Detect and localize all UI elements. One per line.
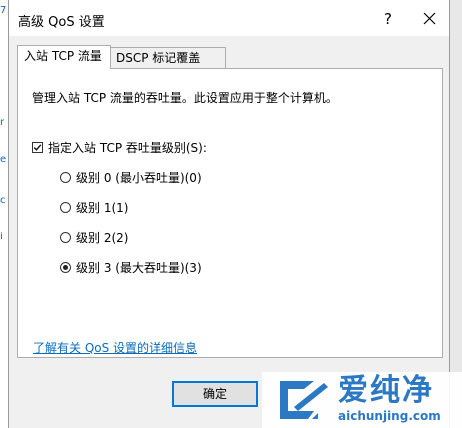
background-left-mark: r bbox=[0, 118, 5, 128]
radio-level-3-row[interactable]: 级别 3 (最大吞吐量)(3) bbox=[60, 259, 202, 276]
watermark-url: aichunjing.com bbox=[338, 409, 441, 423]
window-title: 高级 QoS 设置 bbox=[18, 15, 105, 30]
close-button[interactable] bbox=[414, 6, 444, 32]
specify-throughput-checkbox[interactable] bbox=[32, 142, 43, 153]
radio-level-2-row[interactable]: 级别 2(2) bbox=[60, 229, 128, 246]
help-icon: ? bbox=[384, 10, 392, 28]
watermark-title: 爱纯净 bbox=[338, 373, 434, 408]
panel-description: 管理入站 TCP 流量的吞吐量。此设置应用于整个计算机。 bbox=[32, 91, 338, 105]
tab-dscp-marking-override[interactable]: DSCP 标记覆盖 bbox=[110, 47, 226, 69]
radio-level-3[interactable] bbox=[60, 262, 71, 273]
radio-level-0-row[interactable]: 级别 0 (最小吞吐量)(0) bbox=[60, 169, 202, 186]
radio-level-3-label: 级别 3 (最大吞吐量)(3) bbox=[76, 261, 202, 275]
background-left-mark: 7 bbox=[0, 6, 6, 16]
background-left-mark: i bbox=[0, 232, 3, 242]
radio-level-1-label: 级别 1(1) bbox=[76, 201, 129, 215]
background-left-mark: c bbox=[0, 196, 6, 206]
radio-level-2[interactable] bbox=[60, 232, 71, 243]
help-button[interactable]: ? bbox=[373, 6, 403, 32]
tab-label: DSCP 标记覆盖 bbox=[116, 51, 201, 65]
tab-inbound-tcp-traffic[interactable]: 入站 TCP 流量 bbox=[17, 45, 111, 69]
tab-panel-inbound-tcp: 管理入站 TCP 流量的吞吐量。此设置应用于整个计算机。 指定入站 TCP 吞吐… bbox=[17, 68, 443, 358]
ok-button[interactable]: 确定 bbox=[172, 381, 258, 407]
watermark-logo-icon bbox=[280, 381, 328, 419]
learn-more-qos-link[interactable]: 了解有关 QoS 设置的详细信息 bbox=[33, 339, 197, 356]
background-left-mark: e bbox=[0, 155, 6, 165]
radio-level-2-label: 级别 2(2) bbox=[76, 231, 129, 245]
close-icon bbox=[423, 12, 435, 25]
radio-level-1-row[interactable]: 级别 1(1) bbox=[60, 199, 128, 216]
radio-level-0[interactable] bbox=[60, 172, 71, 183]
specify-throughput-checkbox-row[interactable]: 指定入站 TCP 吞吐量级别(S): bbox=[32, 139, 207, 156]
advanced-qos-dialog: 高级 QoS 设置 ? 入站 TCP 流量 DSCP 标记覆盖 管理入站 TCP… bbox=[8, 0, 450, 428]
tab-label: 入站 TCP 流量 bbox=[24, 49, 102, 63]
title-bar: 高级 QoS 设置 ? bbox=[9, 0, 449, 36]
radio-level-0-label: 级别 0 (最小吞吐量)(0) bbox=[76, 171, 202, 185]
checkmark-icon bbox=[33, 144, 42, 151]
radio-level-1[interactable] bbox=[60, 202, 71, 213]
specify-throughput-label: 指定入站 TCP 吞吐量级别(S): bbox=[48, 141, 207, 155]
watermark: 爱纯净 aichunjing.com bbox=[262, 372, 462, 428]
